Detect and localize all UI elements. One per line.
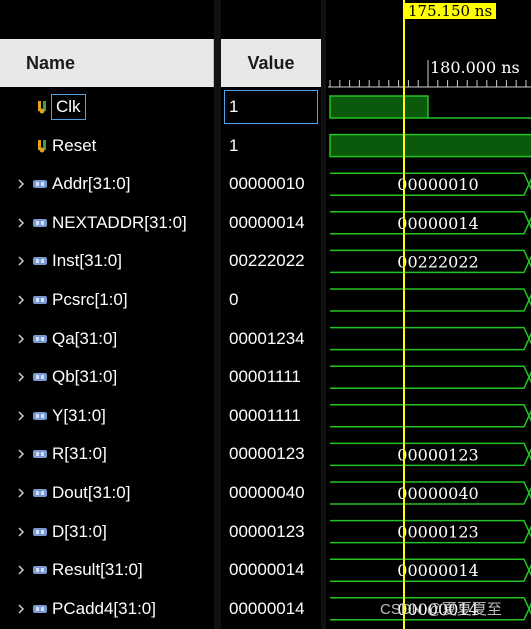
- signal-row[interactable]: NEXTADDR[31:0]: [0, 204, 187, 242]
- watermark: CSDN @夏夏夏至: [380, 601, 502, 618]
- chevron-right-icon[interactable]: [16, 488, 26, 498]
- signal-row[interactable]: Qb[31:0]: [0, 358, 117, 396]
- bus-signal-icon: [33, 527, 47, 536]
- chevron-right-icon[interactable]: [16, 604, 26, 614]
- signal-value-pane: Value 1 1 00000010 00000014 00222022 0 0000123…: [221, 0, 321, 629]
- bus-value-label: 00222022: [397, 252, 478, 271]
- bus-signal-icon: [33, 373, 47, 382]
- bus-signal-icon: [33, 450, 47, 459]
- chevron-right-icon[interactable]: [16, 372, 26, 382]
- bus-signal-icon: [33, 218, 47, 227]
- signal-name: Y[31:0]: [52, 405, 106, 425]
- signal-name: Dout[31:0]: [52, 483, 131, 502]
- bus-value-segment: [330, 326, 530, 351]
- chevron-right-icon[interactable]: [16, 295, 26, 305]
- pane-splitter[interactable]: [214, 0, 221, 629]
- signal-value: 00001234: [229, 328, 305, 348]
- signal-value: 00000123: [229, 521, 305, 541]
- signal-name: D[31:0]: [52, 521, 107, 541]
- signal-value: 00000010: [229, 174, 305, 194]
- bus-value-label: 00000123: [397, 445, 478, 464]
- bus-value-label: 00000010: [397, 175, 478, 194]
- chevron-right-icon[interactable]: [16, 411, 26, 421]
- bus-value-segment: [330, 404, 530, 428]
- signal-row[interactable]: Reset: [0, 127, 96, 165]
- signal-name: Reset: [52, 135, 97, 155]
- signal-row[interactable]: D[31:0]: [0, 513, 107, 551]
- bus-signal-icon: [33, 180, 47, 189]
- signal-value: 00000014: [229, 212, 305, 232]
- name-column-header[interactable]: Name: [0, 39, 214, 87]
- signal-name: R[31:0]: [52, 444, 107, 464]
- chevron-right-icon[interactable]: [16, 527, 26, 537]
- chevron-right-icon[interactable]: [16, 334, 26, 344]
- signal-name: Result[31:0]: [52, 560, 143, 580]
- signal-name: NEXTADDR[31:0]: [52, 212, 187, 232]
- signal-name: Clk: [51, 94, 86, 120]
- signal-row[interactable]: R[31:0]: [0, 435, 107, 473]
- bus-signal-icon: [33, 296, 47, 304]
- bus-signal-icon: [33, 489, 47, 497]
- signal-name: Qb[31:0]: [52, 367, 118, 387]
- signal-value: 0: [229, 290, 239, 309]
- time-ruler-label: 180.000 ns: [430, 58, 520, 77]
- reset-high-segment: [329, 133, 531, 158]
- signal-row[interactable]: Y[31:0]: [0, 397, 106, 435]
- signal-value: 00000014: [229, 560, 305, 580]
- signal-row[interactable]: Pcsrc[1:0]: [0, 281, 128, 319]
- waveform-pane[interactable]: 00000010 00000014 00222022 00000123 00000040…: [326, 0, 531, 629]
- bus-value-segment: [330, 288, 530, 312]
- cursor-time-marker[interactable]: 175.150 ns: [404, 3, 497, 19]
- signal-row[interactable]: PCadd4[31:0]: [0, 590, 156, 628]
- signal-name-pane: Name Clk Reset Addr[31:0] NEXTADDR[31:0] Ins…: [0, 0, 214, 629]
- signal-row[interactable]: Dout[31:0]: [0, 474, 130, 512]
- signal-name: Qa[31:0]: [52, 328, 118, 348]
- chevron-right-icon[interactable]: [16, 256, 26, 266]
- signal-row[interactable]: Clk: [0, 88, 86, 126]
- signal-name: Addr[31:0]: [52, 174, 131, 194]
- bus-signal-icon: [33, 411, 47, 420]
- signal-value: 00001111: [229, 405, 301, 425]
- signal-value: 00222022: [229, 251, 305, 271]
- signal-name: Pcsrc[1:0]: [52, 290, 128, 309]
- chevron-right-icon[interactable]: [16, 449, 26, 459]
- signal-value: 1: [229, 97, 239, 116]
- signal-row[interactable]: Result[31:0]: [0, 551, 143, 589]
- chevron-right-icon[interactable]: [16, 565, 26, 575]
- signal-row[interactable]: Addr[31:0]: [0, 165, 130, 203]
- chevron-right-icon[interactable]: [16, 218, 26, 228]
- bus-signal-icon: [33, 604, 47, 613]
- bus-signal-icon: [33, 566, 47, 575]
- chevron-right-icon[interactable]: [16, 179, 26, 189]
- bit-signal-icon: [38, 101, 46, 114]
- bus-signal-icon: [33, 334, 47, 343]
- signal-value: 00000040: [229, 483, 305, 502]
- bus-value-label: 00000014: [397, 561, 478, 580]
- signal-name: Inst[31:0]: [52, 251, 122, 271]
- signal-value: 1: [229, 135, 239, 155]
- bus-value-label: 00000123: [397, 523, 478, 542]
- clock-high-segment: [329, 95, 429, 119]
- bus-value-segment: [330, 365, 530, 389]
- signal-value: 00000014: [229, 598, 305, 618]
- bus-value-label: 00000040: [397, 484, 478, 503]
- bit-signal-icon: [38, 139, 46, 153]
- signal-value: 00000123: [229, 444, 305, 464]
- signal-value: 00001111: [229, 367, 301, 387]
- bus-signal-icon: [33, 257, 47, 266]
- signal-row[interactable]: Qa[31:0]: [0, 320, 117, 358]
- bus-value-label: 00000014: [397, 214, 478, 233]
- waveform-canvas[interactable]: 00000010 00000014 00222022 00000123 00000040…: [326, 0, 531, 629]
- signal-row[interactable]: Inst[31:0]: [0, 242, 122, 280]
- value-column-header[interactable]: Value: [221, 39, 321, 87]
- signal-name: PCadd4[31:0]: [52, 598, 156, 618]
